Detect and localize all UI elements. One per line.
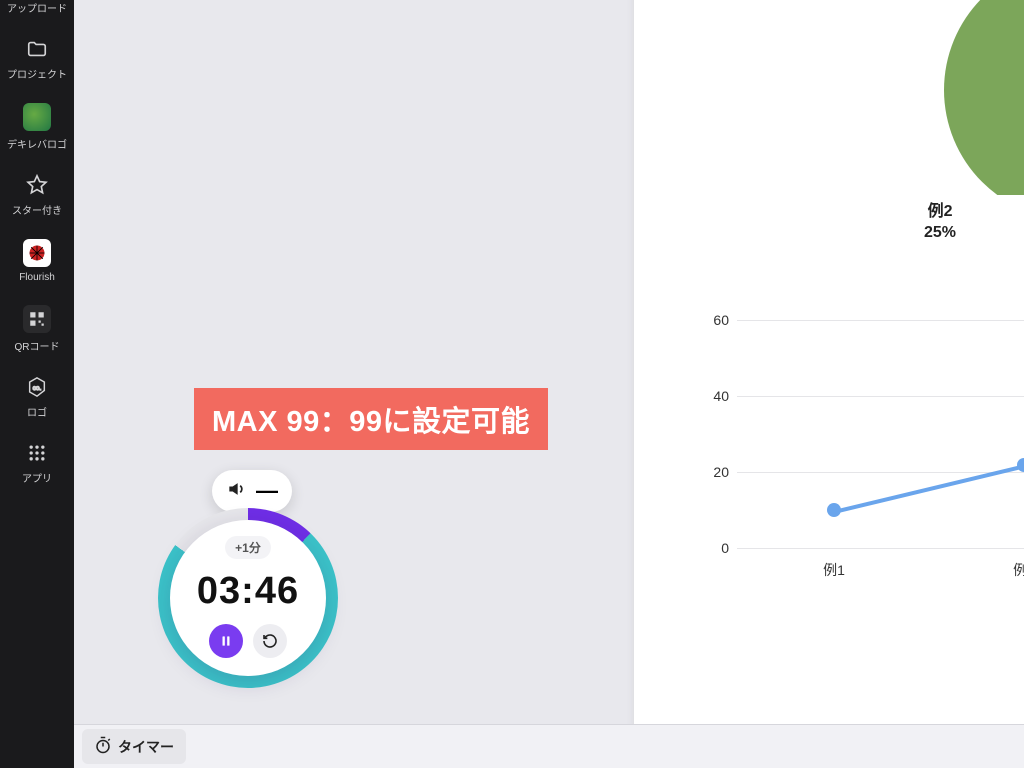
dekireba-logo-icon bbox=[23, 103, 51, 131]
qrcode-icon bbox=[23, 305, 51, 333]
sidebar-item-upload[interactable]: アップロード bbox=[0, 0, 74, 25]
pie-slice-label: 例2 25% bbox=[924, 202, 956, 244]
sidebar-item-flourish[interactable]: Flourish bbox=[0, 227, 74, 293]
sidebar-item-logo[interactable]: co. ロゴ bbox=[0, 363, 74, 429]
sidebar-item-project[interactable]: プロジェクト bbox=[0, 25, 74, 91]
timer-sound-pill[interactable]: — bbox=[212, 470, 292, 512]
sidebar-item-qrcode[interactable]: QRコード bbox=[0, 293, 74, 363]
stopwatch-icon bbox=[94, 736, 112, 757]
annotation-callout: MAX 99：99に設定可能 bbox=[194, 388, 548, 450]
svg-text:co.: co. bbox=[33, 385, 42, 392]
bottom-bar: タイマー bbox=[74, 724, 1024, 768]
minus-icon: — bbox=[256, 478, 278, 504]
flourish-icon bbox=[23, 239, 51, 267]
sidebar-item-apps[interactable]: アプリ bbox=[0, 429, 74, 495]
sidebar: アップロード プロジェクト デキレバロゴ スター付き Flourish QRコー… bbox=[0, 0, 74, 768]
timer-time-display: 03:46 bbox=[197, 570, 299, 613]
speaker-icon bbox=[226, 479, 246, 504]
pie-chart[interactable] bbox=[944, 0, 1024, 220]
pause-button[interactable] bbox=[209, 624, 243, 658]
star-icon bbox=[25, 173, 49, 197]
timer-button[interactable]: タイマー bbox=[82, 729, 186, 764]
design-page[interactable]: 例2 25% 60 40 20 0 例1 例2 bbox=[634, 0, 1024, 730]
hexagon-icon: co. bbox=[25, 375, 49, 399]
sidebar-item-dekireba[interactable]: デキレバロゴ bbox=[0, 91, 74, 161]
grid-icon bbox=[25, 441, 49, 465]
sidebar-item-starred[interactable]: スター付き bbox=[0, 161, 74, 227]
reset-button[interactable] bbox=[253, 624, 287, 658]
timer-widget[interactable]: +1分 03:46 bbox=[158, 508, 338, 688]
folder-icon bbox=[25, 37, 49, 61]
canvas-area: 例2 25% 60 40 20 0 例1 例2 MAX 99：99に設定可能 bbox=[74, 0, 1024, 768]
timer-add-minute[interactable]: +1分 bbox=[225, 536, 271, 559]
